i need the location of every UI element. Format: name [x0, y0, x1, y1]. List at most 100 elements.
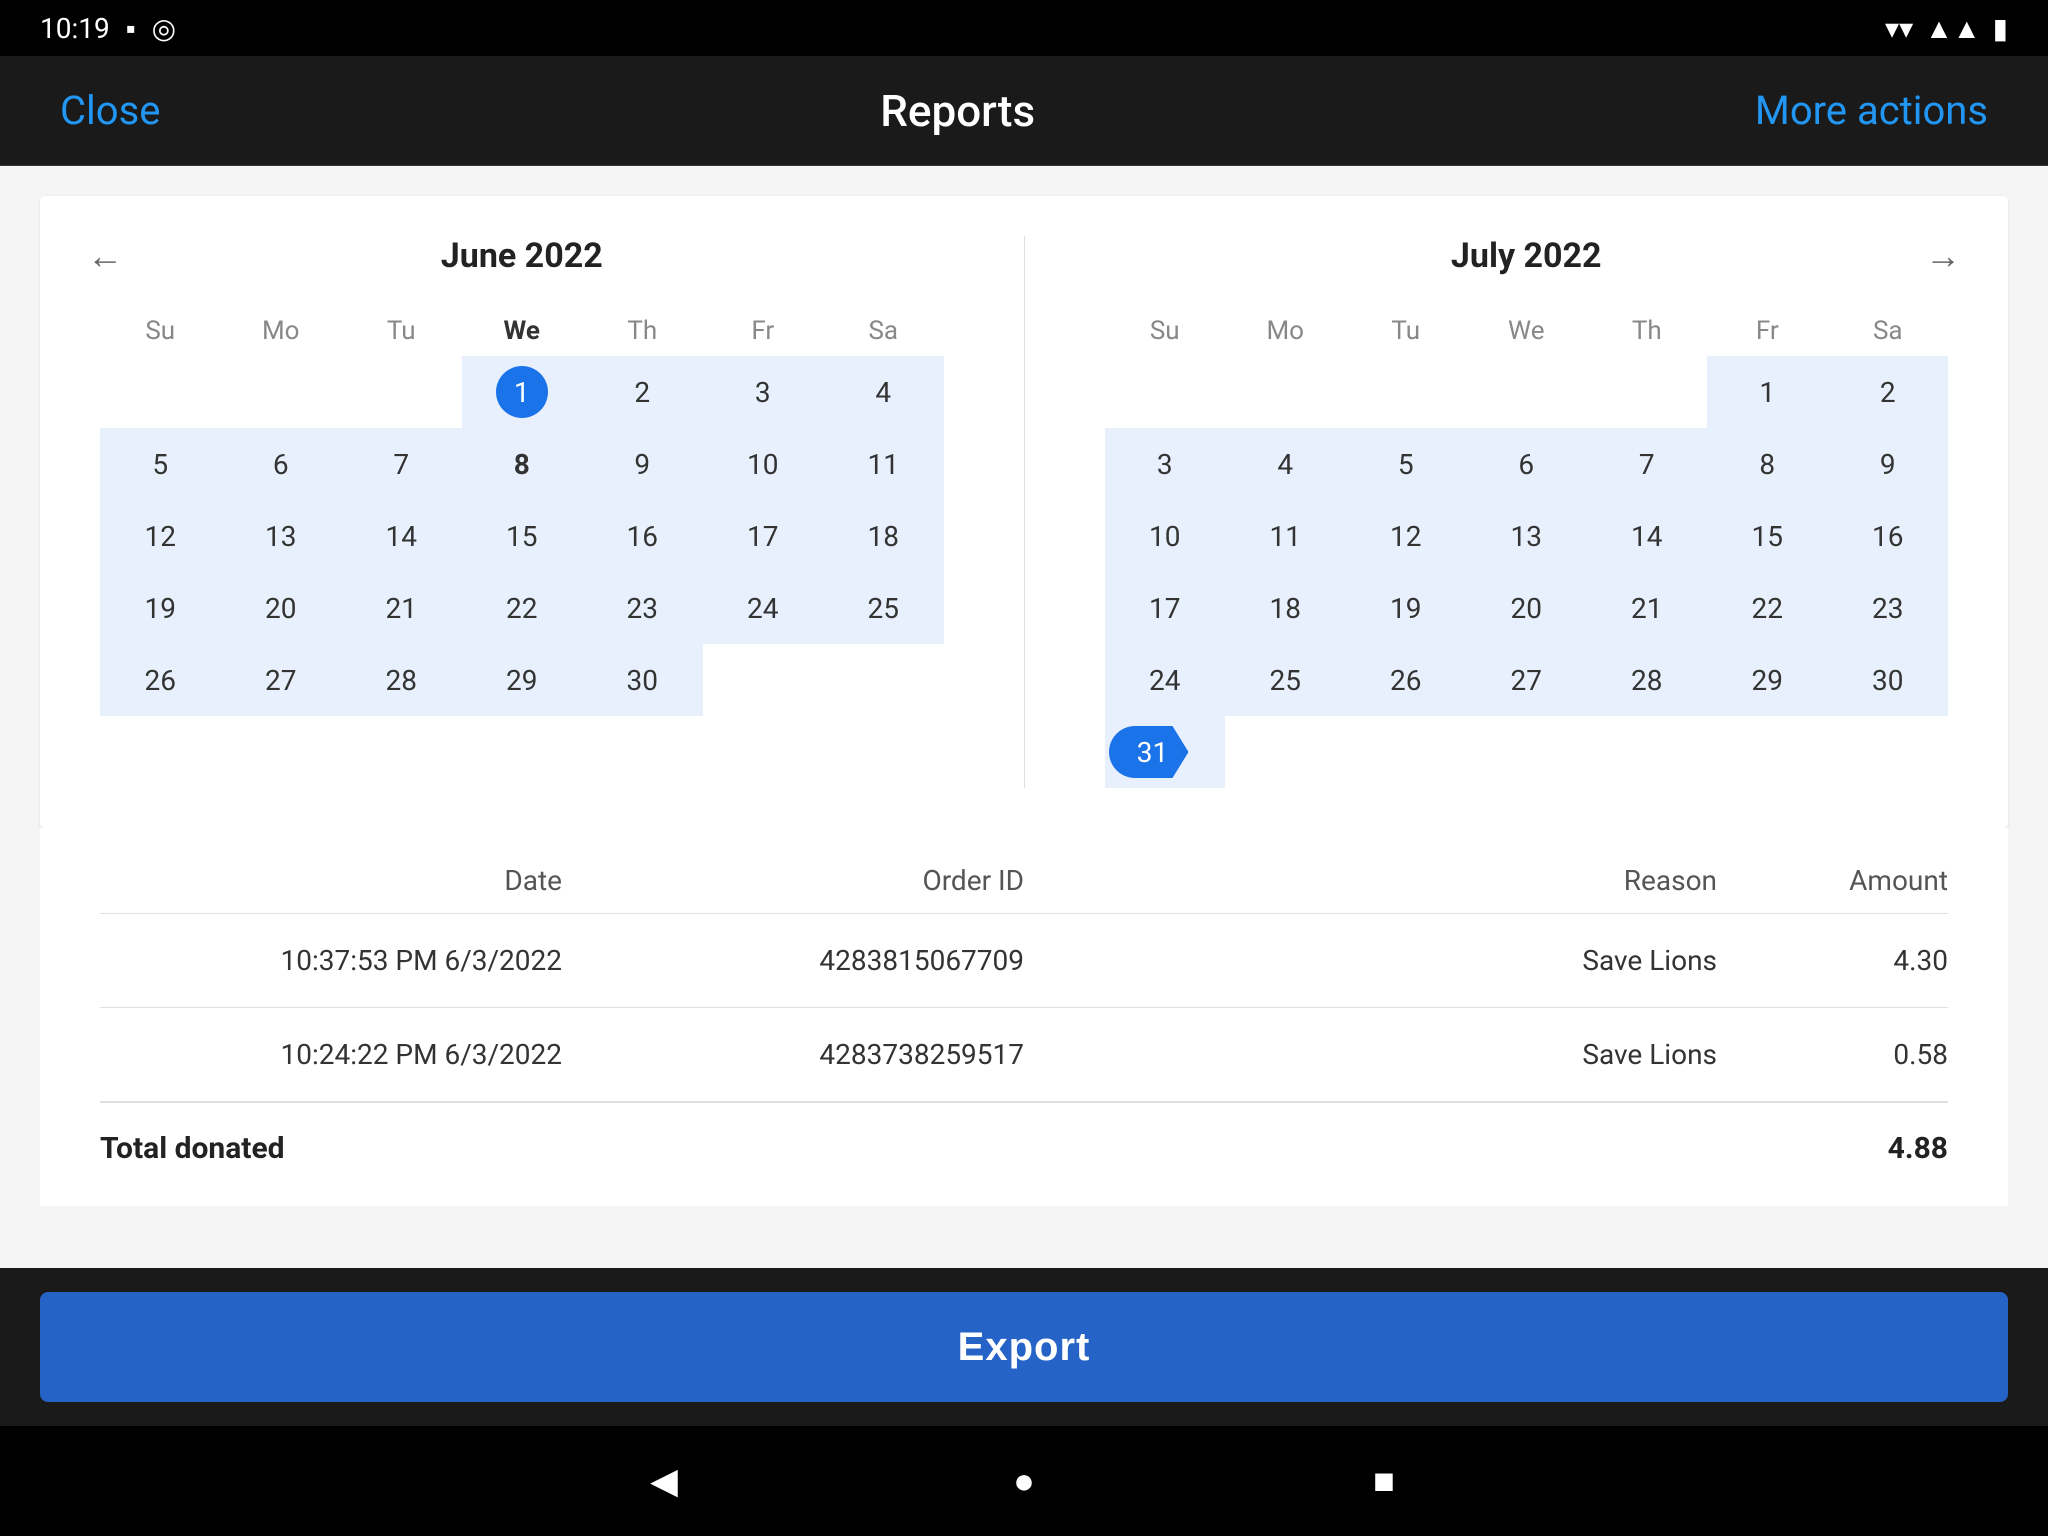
july-day-13[interactable]: 13 [1466, 500, 1587, 572]
july-day-26[interactable]: 26 [1346, 644, 1467, 716]
july-day-29[interactable]: 29 [1707, 644, 1828, 716]
june-day-13[interactable]: 13 [221, 500, 342, 572]
signal-icon: ▲▲ [1925, 12, 1980, 45]
june-day-20[interactable]: 20 [221, 572, 342, 644]
june-day-28[interactable]: 28 [341, 644, 462, 716]
june-day-7[interactable]: 7 [341, 428, 462, 500]
july-day-11[interactable]: 11 [1225, 500, 1346, 572]
july-day-8[interactable]: 8 [1707, 428, 1828, 500]
june-day-3[interactable]: 3 [703, 356, 824, 428]
july-day-12[interactable]: 12 [1346, 500, 1467, 572]
july-day-7[interactable]: 7 [1587, 428, 1708, 500]
june-calendar-header: ← June 2022 [100, 236, 944, 276]
close-button[interactable]: Close [60, 87, 160, 134]
more-actions-button[interactable]: More actions [1755, 87, 1988, 134]
header-date: Date [100, 864, 562, 897]
july-day-10[interactable]: 10 [1105, 500, 1226, 572]
july-day-23[interactable]: 23 [1828, 572, 1949, 644]
bottom-nav: ◀ ● ■ [0, 1426, 2048, 1536]
row1-date: 10:37:53 PM 6/3/2022 [100, 944, 562, 977]
june-day-19[interactable]: 19 [100, 572, 221, 644]
july-calendar-header: July 2022 → [1105, 236, 1949, 276]
july-day-header-su: Su [1105, 306, 1226, 356]
june-day-29[interactable]: 29 [462, 644, 583, 716]
july-day-4[interactable]: 4 [1225, 428, 1346, 500]
june-day-2[interactable]: 2 [582, 356, 703, 428]
july-day-17[interactable]: 17 [1105, 572, 1226, 644]
july-day-22[interactable]: 22 [1707, 572, 1828, 644]
june-day-14[interactable]: 14 [341, 500, 462, 572]
export-bar: Export [0, 1268, 2048, 1426]
june-day-15[interactable]: 15 [462, 500, 583, 572]
june-day-5[interactable]: 5 [100, 428, 221, 500]
prev-month-arrow[interactable]: ← [80, 231, 130, 281]
june-day-18[interactable]: 18 [823, 500, 944, 572]
july-day-16[interactable]: 16 [1828, 500, 1949, 572]
july-day-31[interactable]: 31 [1105, 716, 1226, 788]
june-day-30[interactable]: 30 [582, 644, 703, 716]
june-day-26[interactable]: 26 [100, 644, 221, 716]
home-button[interactable]: ● [994, 1451, 1054, 1511]
july-day-14[interactable]: 14 [1587, 500, 1708, 572]
june-day-22[interactable]: 22 [462, 572, 583, 644]
july-day-21[interactable]: 21 [1587, 572, 1708, 644]
june-day-6[interactable]: 6 [221, 428, 342, 500]
july-day-empty-5 [1587, 356, 1708, 428]
july-day-empty-4 [1466, 356, 1587, 428]
july-day-header-mo: Mo [1225, 306, 1346, 356]
july-day-27[interactable]: 27 [1466, 644, 1587, 716]
july-day-2[interactable]: 2 [1828, 356, 1949, 428]
june-day-8[interactable]: 8 [462, 428, 583, 500]
july-day-9[interactable]: 9 [1828, 428, 1949, 500]
july-day-empty-2 [1225, 356, 1346, 428]
header-reason: Reason [1024, 864, 1717, 897]
status-bar-right: ▾▾ ▲▲ ▮ [1885, 12, 2008, 45]
june-day-27[interactable]: 27 [221, 644, 342, 716]
june-month-title: June 2022 [441, 236, 603, 276]
next-month-arrow[interactable]: → [1918, 231, 1968, 281]
july-day-18[interactable]: 18 [1225, 572, 1346, 644]
row2-reason: Save Lions [1024, 1038, 1717, 1071]
june-day-16[interactable]: 16 [582, 500, 703, 572]
june-day-header-mo: Mo [221, 306, 342, 356]
july-day-header-th: Th [1587, 306, 1708, 356]
july-day-6[interactable]: 6 [1466, 428, 1587, 500]
june-day-empty-5 [823, 644, 944, 716]
july-day-24[interactable]: 24 [1105, 644, 1226, 716]
calendars-row: ← June 2022 Su Mo Tu We Th Fr Sa 1 [100, 236, 1948, 788]
june-day-21[interactable]: 21 [341, 572, 462, 644]
june-day-9[interactable]: 9 [582, 428, 703, 500]
june-day-10[interactable]: 10 [703, 428, 824, 500]
table-row: 10:37:53 PM 6/3/2022 4283815067709 Save … [100, 914, 1948, 1008]
row1-amount: 4.30 [1717, 944, 1948, 977]
june-day-25[interactable]: 25 [823, 572, 944, 644]
july-day-15[interactable]: 15 [1707, 500, 1828, 572]
june-day-1[interactable]: 1 [462, 356, 583, 428]
june-day-12[interactable]: 12 [100, 500, 221, 572]
row1-reason: Save Lions [1024, 944, 1717, 977]
july-day-3[interactable]: 3 [1105, 428, 1226, 500]
june-day-4[interactable]: 4 [823, 356, 944, 428]
july-day-1[interactable]: 1 [1707, 356, 1828, 428]
july-day-30[interactable]: 30 [1828, 644, 1949, 716]
july-day-25[interactable]: 25 [1225, 644, 1346, 716]
june-day-header-fr: Fr [703, 306, 824, 356]
reports-table: Date Order ID Reason Amount 10:37:53 PM … [40, 828, 2008, 1206]
june-day-17[interactable]: 17 [703, 500, 824, 572]
july-day-empty-3 [1346, 356, 1467, 428]
july-day-empty-1 [1105, 356, 1226, 428]
july-day-28[interactable]: 28 [1587, 644, 1708, 716]
july-day-20[interactable]: 20 [1466, 572, 1587, 644]
july-day-19[interactable]: 19 [1346, 572, 1467, 644]
june-day-24[interactable]: 24 [703, 572, 824, 644]
june-day-23[interactable]: 23 [582, 572, 703, 644]
table-row: 10:24:22 PM 6/3/2022 4283738259517 Save … [100, 1008, 1948, 1102]
target-icon: ◎ [152, 12, 176, 45]
export-button[interactable]: Export [40, 1292, 2008, 1402]
june-day-header-th: Th [582, 306, 703, 356]
sim-icon: ▪ [126, 12, 136, 45]
july-day-5[interactable]: 5 [1346, 428, 1467, 500]
back-button[interactable]: ◀ [634, 1451, 694, 1511]
recent-apps-button[interactable]: ■ [1354, 1451, 1414, 1511]
june-day-11[interactable]: 11 [823, 428, 944, 500]
